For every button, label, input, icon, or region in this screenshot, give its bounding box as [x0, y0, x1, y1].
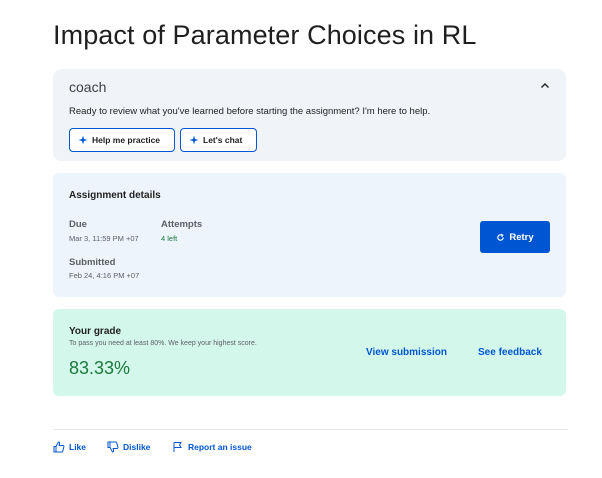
attempts-label: Attempts	[161, 219, 203, 230]
like-button[interactable]: Like	[53, 441, 86, 453]
coach-message: Ready to review what you've learned befo…	[69, 106, 431, 117]
help-me-practice-label: Help me practice	[92, 135, 161, 145]
see-feedback-link[interactable]: See feedback	[478, 347, 542, 358]
retry-button[interactable]: Retry	[480, 221, 550, 253]
thumbs-down-icon	[107, 441, 119, 453]
refresh-icon	[497, 233, 505, 241]
assignment-details-heading: Assignment details	[69, 190, 161, 201]
flag-icon	[173, 442, 182, 452]
help-me-practice-button[interactable]: Help me practice	[69, 128, 175, 152]
sparkle-icon	[189, 135, 199, 145]
grade-panel: Your grade To pass you need at least 80%…	[53, 309, 566, 396]
submitted-value: Feb 24, 4:16 PM +07	[69, 271, 140, 280]
thumbs-up-icon	[53, 441, 65, 453]
coach-name: coach	[69, 79, 107, 95]
page-title: Impact of Parameter Choices in RL	[53, 20, 477, 50]
due-label: Due	[69, 219, 87, 230]
grade-heading: Your grade	[69, 326, 122, 337]
dislike-button[interactable]: Dislike	[107, 441, 150, 453]
sparkle-icon	[78, 135, 88, 145]
due-value: Mar 3, 11:59 PM +07	[69, 234, 139, 243]
view-submission-link[interactable]: View submission	[366, 347, 447, 358]
lets-chat-button[interactable]: Let's chat	[180, 128, 257, 152]
report-issue-button[interactable]: Report an issue	[172, 441, 252, 453]
grade-value: 83.33%	[69, 358, 131, 378]
report-issue-label: Report an issue	[188, 442, 252, 452]
grade-note: To pass you need at least 80%. We keep y…	[69, 340, 257, 347]
footer-divider	[53, 429, 568, 430]
dislike-label: Dislike	[123, 442, 151, 452]
coach-panel: coach Ready to review what you've learne…	[53, 69, 566, 161]
chevron-up-icon[interactable]	[538, 79, 552, 93]
retry-label: Retry	[509, 231, 534, 243]
like-label: Like	[69, 442, 87, 452]
assignment-details-panel: Assignment details Due Mar 3, 11:59 PM +…	[53, 173, 566, 297]
attempts-value: 4 left	[161, 234, 178, 243]
submitted-label: Submitted	[69, 257, 116, 268]
lets-chat-label: Let's chat	[203, 135, 243, 145]
